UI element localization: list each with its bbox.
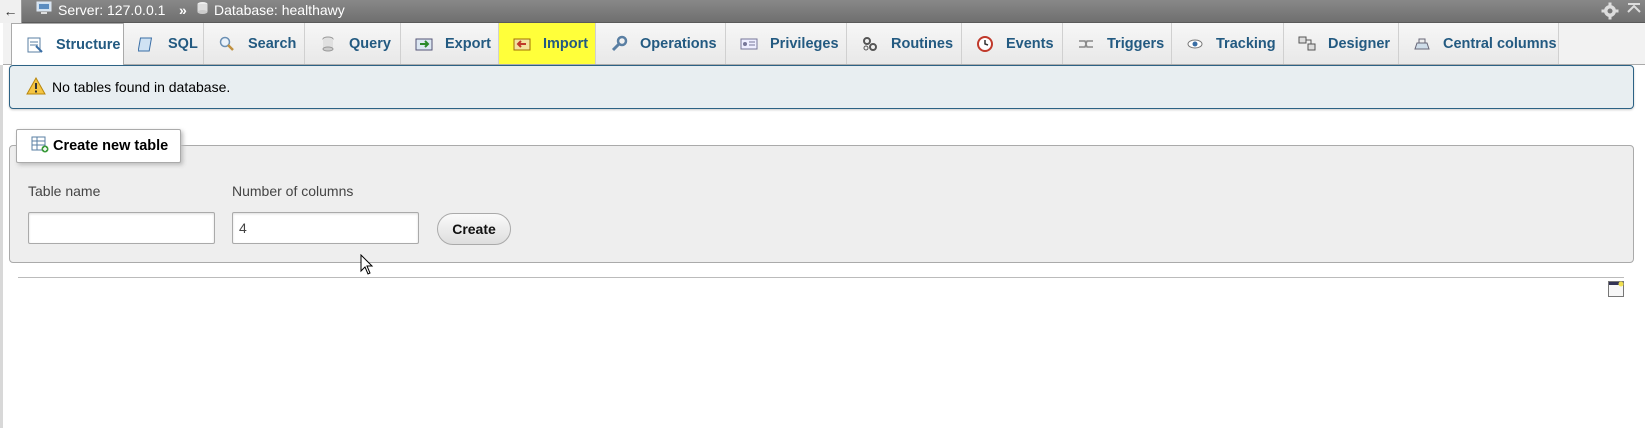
breadcrumb-database-label: Database: healthawy — [214, 2, 345, 18]
tab-operations[interactable]: Operations — [596, 23, 726, 64]
triggers-icon — [1077, 35, 1095, 53]
create-table-fieldset — [9, 145, 1634, 263]
wrench-icon — [610, 35, 628, 53]
structure-icon — [26, 36, 44, 54]
table-name-input[interactable] — [28, 212, 215, 244]
breadcrumb-separator: » — [179, 2, 187, 18]
create-button[interactable]: Create — [437, 213, 511, 245]
tab-routines[interactable]: Routines — [847, 23, 962, 64]
num-columns-label: Number of columns — [232, 183, 354, 199]
database-icon — [197, 0, 208, 21]
back-arrow-icon[interactable]: ← — [0, 0, 22, 23]
tab-privileges[interactable]: Privileges — [726, 23, 847, 64]
tab-events[interactable]: Events — [962, 23, 1063, 64]
console-icon[interactable] — [1608, 281, 1624, 297]
num-columns-input[interactable] — [232, 212, 419, 244]
tab-central-columns[interactable]: Central columns — [1399, 23, 1559, 64]
tab-export[interactable]: Export — [401, 23, 499, 64]
sql-icon — [138, 35, 156, 53]
create-table-legend: Create new table — [16, 129, 182, 163]
collapse-icon[interactable] — [1627, 2, 1641, 23]
server-icon — [36, 0, 52, 21]
central-columns-icon — [1413, 35, 1431, 53]
routines-icon — [861, 35, 879, 53]
warning-icon — [26, 76, 46, 98]
tab-bar: Structure SQL Search Query Export Import… — [3, 23, 1645, 65]
mouse-cursor-icon — [360, 253, 374, 276]
designer-icon — [1298, 35, 1316, 53]
table-name-label: Table name — [28, 183, 101, 199]
export-icon — [415, 35, 433, 53]
breadcrumb-database[interactable]: Database: healthawy — [197, 0, 345, 21]
eye-icon — [1186, 35, 1204, 53]
gear-icon[interactable] — [1601, 2, 1619, 23]
breadcrumb-server-label: Server: 127.0.0.1 — [58, 2, 166, 18]
notice-message: No tables found in database. — [9, 65, 1634, 109]
tab-structure[interactable]: Structure — [11, 23, 124, 65]
tab-import[interactable]: Import — [499, 23, 596, 64]
tab-tracking[interactable]: Tracking — [1172, 23, 1284, 64]
new-table-icon — [31, 135, 49, 157]
notice-text: No tables found in database. — [52, 79, 231, 95]
divider — [18, 277, 1624, 278]
tab-sql[interactable]: SQL — [124, 23, 204, 64]
tab-search[interactable]: Search — [204, 23, 305, 64]
tab-query[interactable]: Query — [305, 23, 401, 64]
import-icon — [513, 35, 531, 53]
tab-designer[interactable]: Designer — [1284, 23, 1399, 64]
tab-triggers[interactable]: Triggers — [1063, 23, 1172, 64]
privileges-icon — [740, 35, 758, 53]
breadcrumb-server[interactable]: Server: 127.0.0.1 — [36, 0, 165, 21]
create-table-legend-label: Create new table — [53, 138, 169, 154]
left-edge — [0, 65, 3, 428]
breadcrumb-bar: ← Server: 127.0.0.1 » Database: healthaw… — [0, 0, 1645, 23]
clock-icon — [976, 35, 994, 53]
query-icon — [319, 35, 337, 53]
search-icon — [218, 35, 236, 53]
